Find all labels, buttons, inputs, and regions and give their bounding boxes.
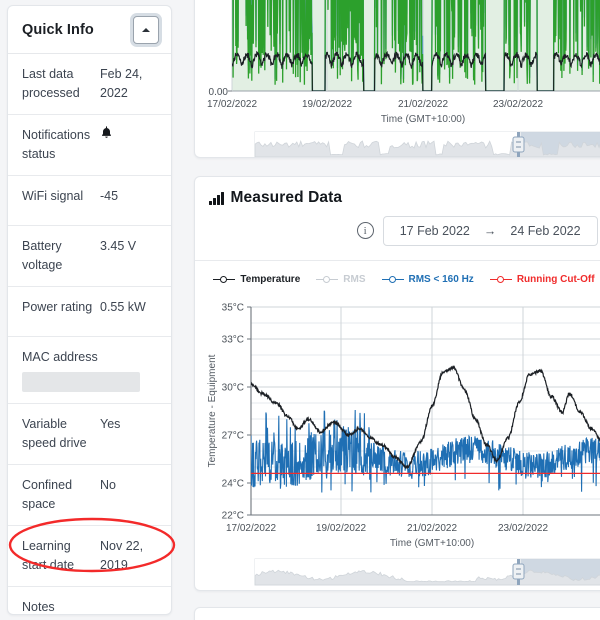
info-row-confined-space: Confined space No [8, 465, 171, 526]
y-tick-0: 35°C [222, 303, 244, 314]
x-axis-label: Time (GMT+10:00) [390, 538, 474, 549]
y-tick-2: 30°C [222, 383, 244, 394]
bell-icon [96, 126, 113, 145]
row-value: 3.45 V [100, 239, 137, 253]
measured-data-chart: Temperature - Equipment 35°C 33°C 30°C 27°C… [207, 303, 600, 586]
row-value: Nov 22, 2019 [100, 539, 144, 572]
row-label: Notifications status [22, 128, 91, 161]
row-label: Last data processed [22, 67, 80, 100]
legend-marker-icon [213, 275, 236, 285]
x-tick-3: 23/02/2022 [498, 523, 548, 534]
date-range-picker[interactable]: 17 Feb 2022 → 24 Feb 2022 [382, 215, 598, 246]
info-row-power-rating: Power rating 0.55 kW [8, 287, 171, 337]
measured-data-card: Measured Data i 17 Feb 2022 → 24 Feb 202… [194, 176, 600, 591]
x-axis-label: Time (GMT+10:00) [381, 114, 465, 125]
chart-legend: Temperature RMS RMS < 160 Hz Running Cut… [195, 261, 600, 291]
row-label: WiFi signal [22, 189, 84, 203]
legend-marker-icon [381, 275, 404, 285]
measured-data-controls: i 17 Feb 2022 → 24 Feb 2022 Sav [195, 207, 600, 261]
legend-label: RMS < 160 Hz [408, 274, 474, 285]
row-value: No [100, 478, 116, 492]
row-label: Battery voltage [22, 239, 63, 272]
row-label: MAC address [22, 350, 98, 364]
info-row-last-data-processed: Last data processed Feb 24, 2022 [8, 54, 171, 115]
legend-item-temperature[interactable]: Temperature [213, 274, 300, 285]
info-row-notifications-status: Notifications status [8, 115, 171, 176]
overall-vibration-card: Over 0.33 0.00 17/02/2022 19/02/2022 2 [194, 0, 600, 158]
date-range-to: 24 Feb 2022 [510, 223, 581, 238]
info-row-notes: Notes [8, 587, 171, 614]
row-value: -45 [100, 189, 119, 203]
info-row-variable-speed-drive: Variable speed drive Yes [8, 404, 171, 465]
chevron-up-icon [142, 27, 150, 32]
legend-label: Running Cut-Off [516, 274, 595, 285]
row-value: Yes [100, 417, 121, 431]
collapse-panel-button[interactable] [133, 15, 159, 44]
quick-info-panel: Quick Info Last data processed Feb 24, 2… [7, 5, 172, 615]
x-tick-0: 17/02/2022 [226, 523, 276, 534]
row-label: Learning start date [22, 539, 75, 572]
x-tick-0: 17/02/2022 [207, 99, 257, 110]
bar-chart-icon [209, 191, 224, 205]
y-axis-label: Temperature - Equipment [207, 354, 218, 467]
y-tick-5: 22°C [222, 511, 244, 522]
info-row-mac-address: MAC address [8, 337, 171, 404]
y-tick-1: 0.00 [209, 87, 229, 98]
legend-item-rms[interactable]: RMS [316, 274, 366, 285]
y-tick-3: 27°C [222, 431, 244, 442]
row-label: Confined space [22, 478, 73, 511]
legend-item-running-cutoff[interactable]: Running Cut-Off [489, 274, 595, 285]
legend-marker-icon [316, 275, 339, 285]
arrow-right-icon: → [483, 223, 497, 238]
page-title: Quick Info [22, 21, 94, 38]
legend-marker-icon [489, 275, 512, 285]
y-tick-4: 24°C [222, 479, 244, 490]
quick-info-header: Quick Info [8, 6, 171, 54]
next-card [194, 607, 600, 620]
x-tick-2: 21/02/2022 [398, 99, 448, 110]
x-tick-1: 19/02/2022 [316, 523, 366, 534]
measured-data-title: Measured Data [230, 189, 343, 206]
row-value: Feb 24, 2022 [100, 67, 143, 100]
x-tick-1: 19/02/2022 [302, 99, 352, 110]
date-range-from: 17 Feb 2022 [399, 223, 470, 238]
row-label: Power rating [22, 300, 93, 314]
overall-vibration-chart: Over 0.33 0.00 17/02/2022 19/02/2022 2 [207, 0, 600, 157]
info-row-battery-voltage: Battery voltage 3.45 V [8, 226, 171, 287]
legend-label: Temperature [240, 274, 301, 285]
row-value: 0.55 kW [100, 300, 146, 314]
redacted-value [22, 372, 140, 392]
y-tick-1: 33°C [222, 335, 244, 346]
x-tick-2: 21/02/2022 [407, 523, 457, 534]
legend-label: RMS [343, 274, 366, 285]
x-tick-3: 23/02/2022 [493, 99, 543, 110]
row-label: Variable speed drive [22, 417, 87, 450]
measured-data-header: Measured Data [195, 177, 600, 207]
bell-icon-svg [102, 126, 111, 138]
row-label: Notes [22, 600, 55, 614]
info-row-learning-start-date: Learning start date Nov 22, 2019 [8, 526, 171, 587]
info-circle-icon[interactable]: i [356, 222, 374, 239]
info-row-wifi-signal: WiFi signal -45 [8, 176, 171, 226]
legend-item-rms-160hz[interactable]: RMS < 160 Hz [381, 274, 474, 285]
